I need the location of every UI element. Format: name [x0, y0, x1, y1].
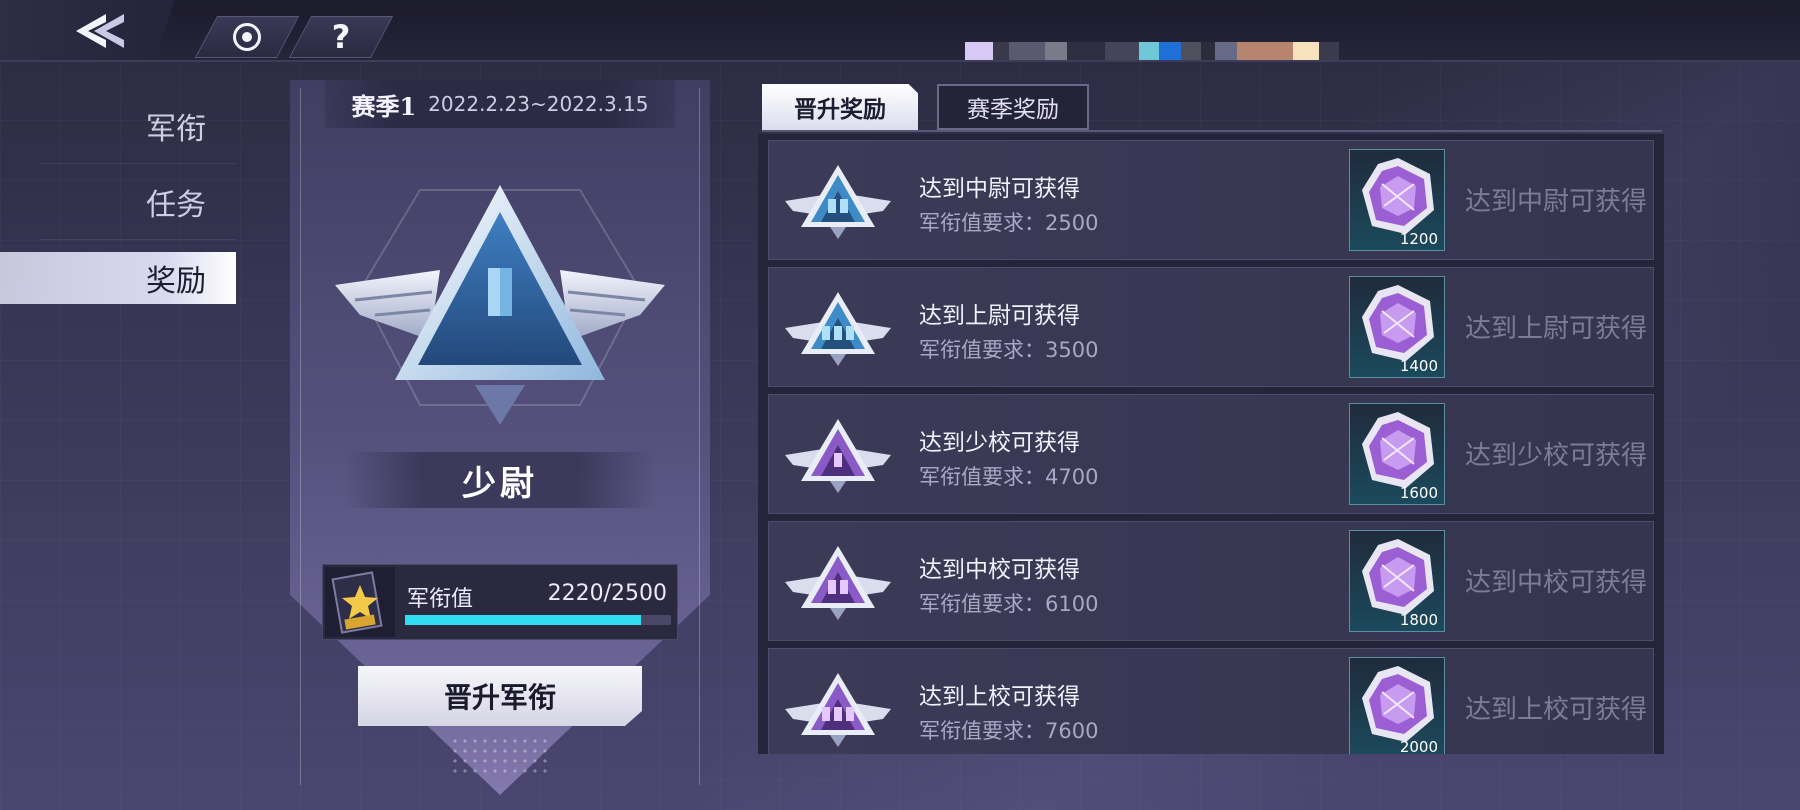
nav-item-label: 任务 [146, 188, 206, 223]
currency-swatch [1293, 42, 1319, 62]
currency-swatch [965, 42, 993, 62]
reward-claim-status: 达到上尉可获得 [1465, 314, 1648, 344]
back-button[interactable] [0, 0, 175, 62]
target-icon [233, 23, 261, 51]
reward-title: 达到少校可获得 [919, 430, 1080, 456]
purple-gem-icon [1362, 158, 1434, 234]
currency-swatch [1215, 42, 1237, 62]
currency-swatch [1009, 42, 1045, 62]
reward-title: 达到中校可获得 [919, 557, 1080, 583]
currency-swatch [1045, 42, 1067, 62]
reward-claim-status: 达到中尉可获得 [1465, 187, 1648, 217]
reward-item[interactable]: 2000 [1349, 657, 1445, 754]
reward-title: 达到上尉可获得 [919, 303, 1080, 329]
purple-gem-icon [1362, 412, 1434, 488]
rank-emblem-icon [785, 673, 891, 747]
reward-list[interactable]: 达到中尉可获得 军衔值要求：2500 1200 达到中尉可获得 达到上尉可获得 … [758, 134, 1664, 754]
side-nav: 军衔 任务 奖励 [0, 100, 236, 328]
tab-promotion-rewards[interactable]: 晋升奖励 [762, 84, 918, 130]
purple-gem-icon [1362, 285, 1434, 361]
reward-requirement: 军衔值要求：4700 [919, 465, 1099, 489]
rank-name-band: 少尉 [345, 452, 655, 508]
rank-emblem-icon [785, 419, 891, 493]
reward-count: 1600 [1399, 484, 1438, 502]
currency-swatch [1201, 42, 1215, 62]
reward-item[interactable]: 1600 [1349, 403, 1445, 505]
reward-claim-status: 达到少校可获得 [1465, 441, 1648, 471]
nav-item-missions[interactable]: 任务 [0, 176, 236, 240]
reward-count: 1400 [1399, 357, 1438, 375]
rank-progress: 军衔值 2220/2500 [322, 564, 678, 640]
purple-gem-icon [1362, 666, 1434, 742]
reward-title: 达到中尉可获得 [919, 176, 1080, 202]
reward-claim-status: 达到上校可获得 [1465, 695, 1648, 725]
nav-divider [40, 163, 236, 164]
progress-label: 军衔值 [407, 587, 474, 612]
reward-count: 1800 [1399, 611, 1438, 629]
reward-count: 1200 [1399, 230, 1438, 248]
help-button[interactable]: ? [288, 16, 394, 58]
currency-swatch [993, 42, 1009, 62]
currency-swatch [1319, 42, 1339, 62]
help-icon: ? [331, 18, 351, 56]
reward-requirement: 军衔值要求：6100 [919, 592, 1099, 616]
currency-swatch [1159, 42, 1181, 62]
reward-requirement: 军衔值要求：3500 [919, 338, 1099, 362]
reward-row: 达到中校可获得 军衔值要求：6100 1800 达到中校可获得 [768, 521, 1654, 641]
tab-season-rewards[interactable]: 赛季奖励 [937, 84, 1089, 130]
currency-swatch [1067, 42, 1105, 62]
rank-emblem-icon [785, 292, 891, 366]
promote-rank-button[interactable]: 晋升军衔 [358, 666, 642, 726]
winged-triangle-rank-icon [335, 185, 665, 425]
double-chevron-left-icon [76, 14, 124, 48]
target-button[interactable] [194, 16, 300, 58]
nav-item-rank[interactable]: 军衔 [0, 100, 236, 164]
nav-item-rewards[interactable]: 奖励 [0, 252, 236, 304]
currency-swatch [1181, 42, 1201, 62]
reward-row: 达到少校可获得 军衔值要求：4700 1600 达到少校可获得 [768, 394, 1654, 514]
decorative-dots [450, 736, 550, 776]
season-dates: 2022.2.23~2022.3.15 [428, 92, 649, 116]
top-bar-divider [0, 60, 1800, 62]
currency-swatch [1139, 42, 1159, 62]
reward-requirement: 军衔值要求：2500 [919, 211, 1099, 235]
nav-item-label: 军衔 [146, 112, 206, 147]
current-rank-name: 少尉 [462, 463, 538, 504]
reward-count: 2000 [1399, 738, 1438, 754]
nav-divider [40, 239, 236, 240]
reward-claim-status: 达到中校可获得 [1465, 568, 1648, 598]
reward-title: 达到上校可获得 [919, 684, 1080, 710]
rank-emblem-icon [785, 546, 891, 620]
reward-row: 达到中尉可获得 军衔值要求：2500 1200 达到中尉可获得 [768, 140, 1654, 260]
reward-row: 达到上校可获得 军衔值要求：7600 2000 达到上校可获得 [768, 648, 1654, 754]
tab-underline [762, 130, 1662, 132]
reward-requirement: 军衔值要求：7600 [919, 719, 1099, 743]
reward-item[interactable]: 1400 [1349, 276, 1445, 378]
currency-swatch [1105, 42, 1139, 62]
rank-medal-card-icon [325, 567, 395, 637]
progress-value: 2220/2500 [547, 581, 667, 606]
reward-item[interactable]: 1800 [1349, 530, 1445, 632]
nav-item-label: 奖励 [146, 264, 206, 299]
season-header: 赛季1 2022.2.23~2022.3.15 [325, 80, 675, 128]
purple-gem-icon [1362, 539, 1434, 615]
currency-swatch [1237, 42, 1293, 62]
season-label: 赛季1 [351, 91, 417, 121]
progress-track [405, 615, 671, 625]
rank-emblem-icon [785, 165, 891, 239]
progress-fill [405, 615, 642, 625]
top-bar: ? [0, 0, 1800, 62]
reward-row: 达到上尉可获得 军衔值要求：3500 1400 达到上尉可获得 [768, 267, 1654, 387]
reward-item[interactable]: 1200 [1349, 149, 1445, 251]
currency-bar [965, 42, 1665, 62]
